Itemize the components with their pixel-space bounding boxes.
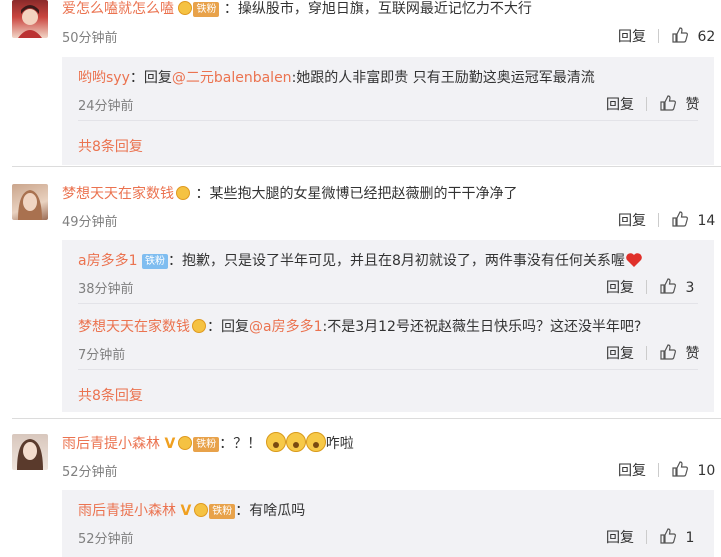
verified-v-icon: V — [164, 436, 176, 452]
reply-actions: 回复 赞 — [606, 94, 699, 114]
avatar[interactable] — [12, 0, 48, 38]
divider — [646, 530, 647, 544]
crown-badge-icon — [178, 436, 193, 450]
surprised-emoji-icon — [265, 432, 286, 452]
reply-text: :她跟的人非富即贵 只有王励勤这奥运冠军最清流 — [291, 70, 595, 86]
like-count: 14 — [697, 213, 716, 229]
thumbs-up-icon[interactable] — [671, 460, 689, 478]
fan-badge: 铁粉 — [209, 504, 236, 519]
avatar[interactable] — [12, 434, 48, 470]
divider — [658, 213, 659, 227]
reply-time: 38分钟前 — [78, 282, 134, 297]
reply-button[interactable]: 回复 — [618, 463, 646, 479]
divider — [646, 280, 647, 294]
reply-box: 雨后青提小森林 V 铁粉 ：有啥瓜吗 52分钟前 回复 1 — [62, 490, 714, 557]
reply-button[interactable]: 回复 — [606, 97, 634, 113]
reply-text: ：抱歉，只是设了半年可见，并且在8月初就设了，两件事没有任何关系喔 — [167, 253, 625, 269]
thumbs-up-icon[interactable] — [659, 527, 677, 545]
divider — [78, 369, 698, 370]
like-label: 赞 — [685, 97, 700, 113]
verified-v-icon: V — [180, 503, 192, 519]
comment-line: 雨后青提小森林 V 铁粉：？！ 咋啦 — [62, 432, 354, 453]
divider — [78, 120, 698, 121]
comment-text: ：？！ — [219, 436, 262, 452]
reply-box: 哟哟syy：回复@二元balenbalen:她跟的人非富即贵 只有王励勤这奥运冠… — [62, 57, 714, 165]
reply-button[interactable]: 回复 — [618, 213, 646, 229]
username[interactable]: 哟哟syy — [78, 70, 130, 86]
reply-time: 52分钟前 — [78, 532, 134, 547]
username[interactable]: 雨后青提小森林 — [78, 503, 176, 519]
thumbs-up-icon[interactable] — [671, 26, 689, 44]
comment-actions: 回复 10 — [618, 460, 715, 480]
thumbs-up-icon[interactable] — [659, 94, 677, 112]
surprised-emoji-icon — [285, 432, 306, 452]
like-count: 62 — [697, 29, 716, 45]
username[interactable]: 爱怎么嗑就怎么嗑 — [62, 1, 174, 17]
divider — [658, 463, 659, 477]
thumbs-up-icon[interactable] — [671, 210, 689, 228]
reply-text: ：有啥瓜吗 — [235, 503, 306, 519]
crown-badge-icon — [178, 1, 193, 15]
divider — [12, 418, 721, 419]
mention-link[interactable]: @二元balenbalen — [172, 70, 292, 86]
divider — [78, 303, 698, 304]
reply-button[interactable]: 回复 — [618, 29, 646, 45]
heart-icon — [626, 253, 642, 267]
divider — [646, 346, 647, 360]
reply-line: a房多多1 铁粉 ：抱歉，只是设了半年可见，并且在8月初就设了，两件事没有任何关系… — [78, 250, 643, 270]
crown-badge-icon — [176, 186, 190, 200]
like-label: 赞 — [685, 346, 700, 362]
reply-button[interactable]: 回复 — [606, 530, 634, 546]
reply-time: 24分钟前 — [78, 99, 134, 114]
comment-text: ：操纵股市，穿旭日旗，互联网最近记忆力不大行 — [223, 1, 532, 17]
reply-box: a房多多1 铁粉 ：抱歉，只是设了半年可见，并且在8月初就设了，两件事没有任何关系… — [62, 240, 714, 412]
comment-line: 爱怎么嗑就怎么嗑 铁粉 ：操纵股市，穿旭日旗，互联网最近记忆力不大行 — [62, 0, 532, 18]
reply-actions: 回复 赞 — [606, 343, 699, 363]
comment-time: 49分钟前 — [62, 215, 118, 230]
username[interactable]: 梦想天天在家数钱 — [78, 319, 190, 335]
reply-line: 哟哟syy：回复@二元balenbalen:她跟的人非富即贵 只有王励勤这奥运冠… — [78, 67, 595, 87]
reply-time: 7分钟前 — [78, 348, 126, 363]
avatar[interactable] — [12, 184, 48, 220]
comment-line: 梦想天天在家数钱 ：某些抱大腿的女星微博已经把赵薇删的干干净净了 — [62, 183, 517, 203]
reply-prefix: ：回复 — [207, 319, 249, 335]
comment-text-suffix: 咋啦 — [325, 436, 354, 452]
comment-actions: 回复 14 — [618, 210, 715, 230]
comment-text: ：某些抱大腿的女星微博已经把赵薇删的干干净净了 — [195, 186, 518, 202]
crown-badge-icon — [192, 319, 206, 333]
reply-line: 雨后青提小森林 V 铁粉 ：有啥瓜吗 — [78, 500, 305, 520]
crown-badge-icon — [194, 503, 209, 517]
divider — [12, 166, 721, 167]
mention-link[interactable]: @a房多多1 — [249, 319, 323, 335]
thumbs-up-icon[interactable] — [659, 343, 677, 361]
comment-time: 52分钟前 — [62, 465, 118, 480]
reply-actions: 回复 1 — [606, 527, 694, 547]
reply-prefix: ：回复 — [129, 70, 172, 86]
more-replies-link[interactable]: 共8条回复 — [78, 136, 143, 156]
comment-time: 50分钟前 — [62, 31, 118, 46]
username[interactable]: 梦想天天在家数钱 — [62, 186, 174, 202]
username[interactable]: a房多多1 — [78, 253, 138, 269]
reply-text: :不是3月12号还祝赵薇生日快乐吗？这还没半年吧? — [322, 319, 642, 335]
divider — [646, 97, 647, 111]
username[interactable]: 雨后青提小森林 — [62, 436, 160, 452]
fan-badge: 铁粉 — [141, 254, 168, 269]
reply-button[interactable]: 回复 — [606, 280, 634, 296]
more-replies-link[interactable]: 共8条回复 — [78, 385, 143, 405]
reply-actions: 回复 3 — [606, 277, 694, 297]
surprised-emoji-icon — [305, 432, 326, 452]
reply-button[interactable]: 回复 — [606, 346, 634, 362]
comment-actions: 回复 62 — [618, 26, 715, 46]
thumbs-up-icon[interactable] — [659, 277, 677, 295]
like-count: 1 — [685, 530, 695, 546]
like-count: 10 — [697, 463, 716, 479]
like-count: 3 — [685, 280, 695, 296]
fan-badge: 铁粉 — [193, 437, 220, 452]
reply-line: 梦想天天在家数钱 ：回复@a房多多1:不是3月12号还祝赵薇生日快乐吗？这还没半年… — [78, 316, 641, 336]
divider — [658, 29, 659, 43]
fan-badge: 铁粉 — [193, 2, 220, 17]
